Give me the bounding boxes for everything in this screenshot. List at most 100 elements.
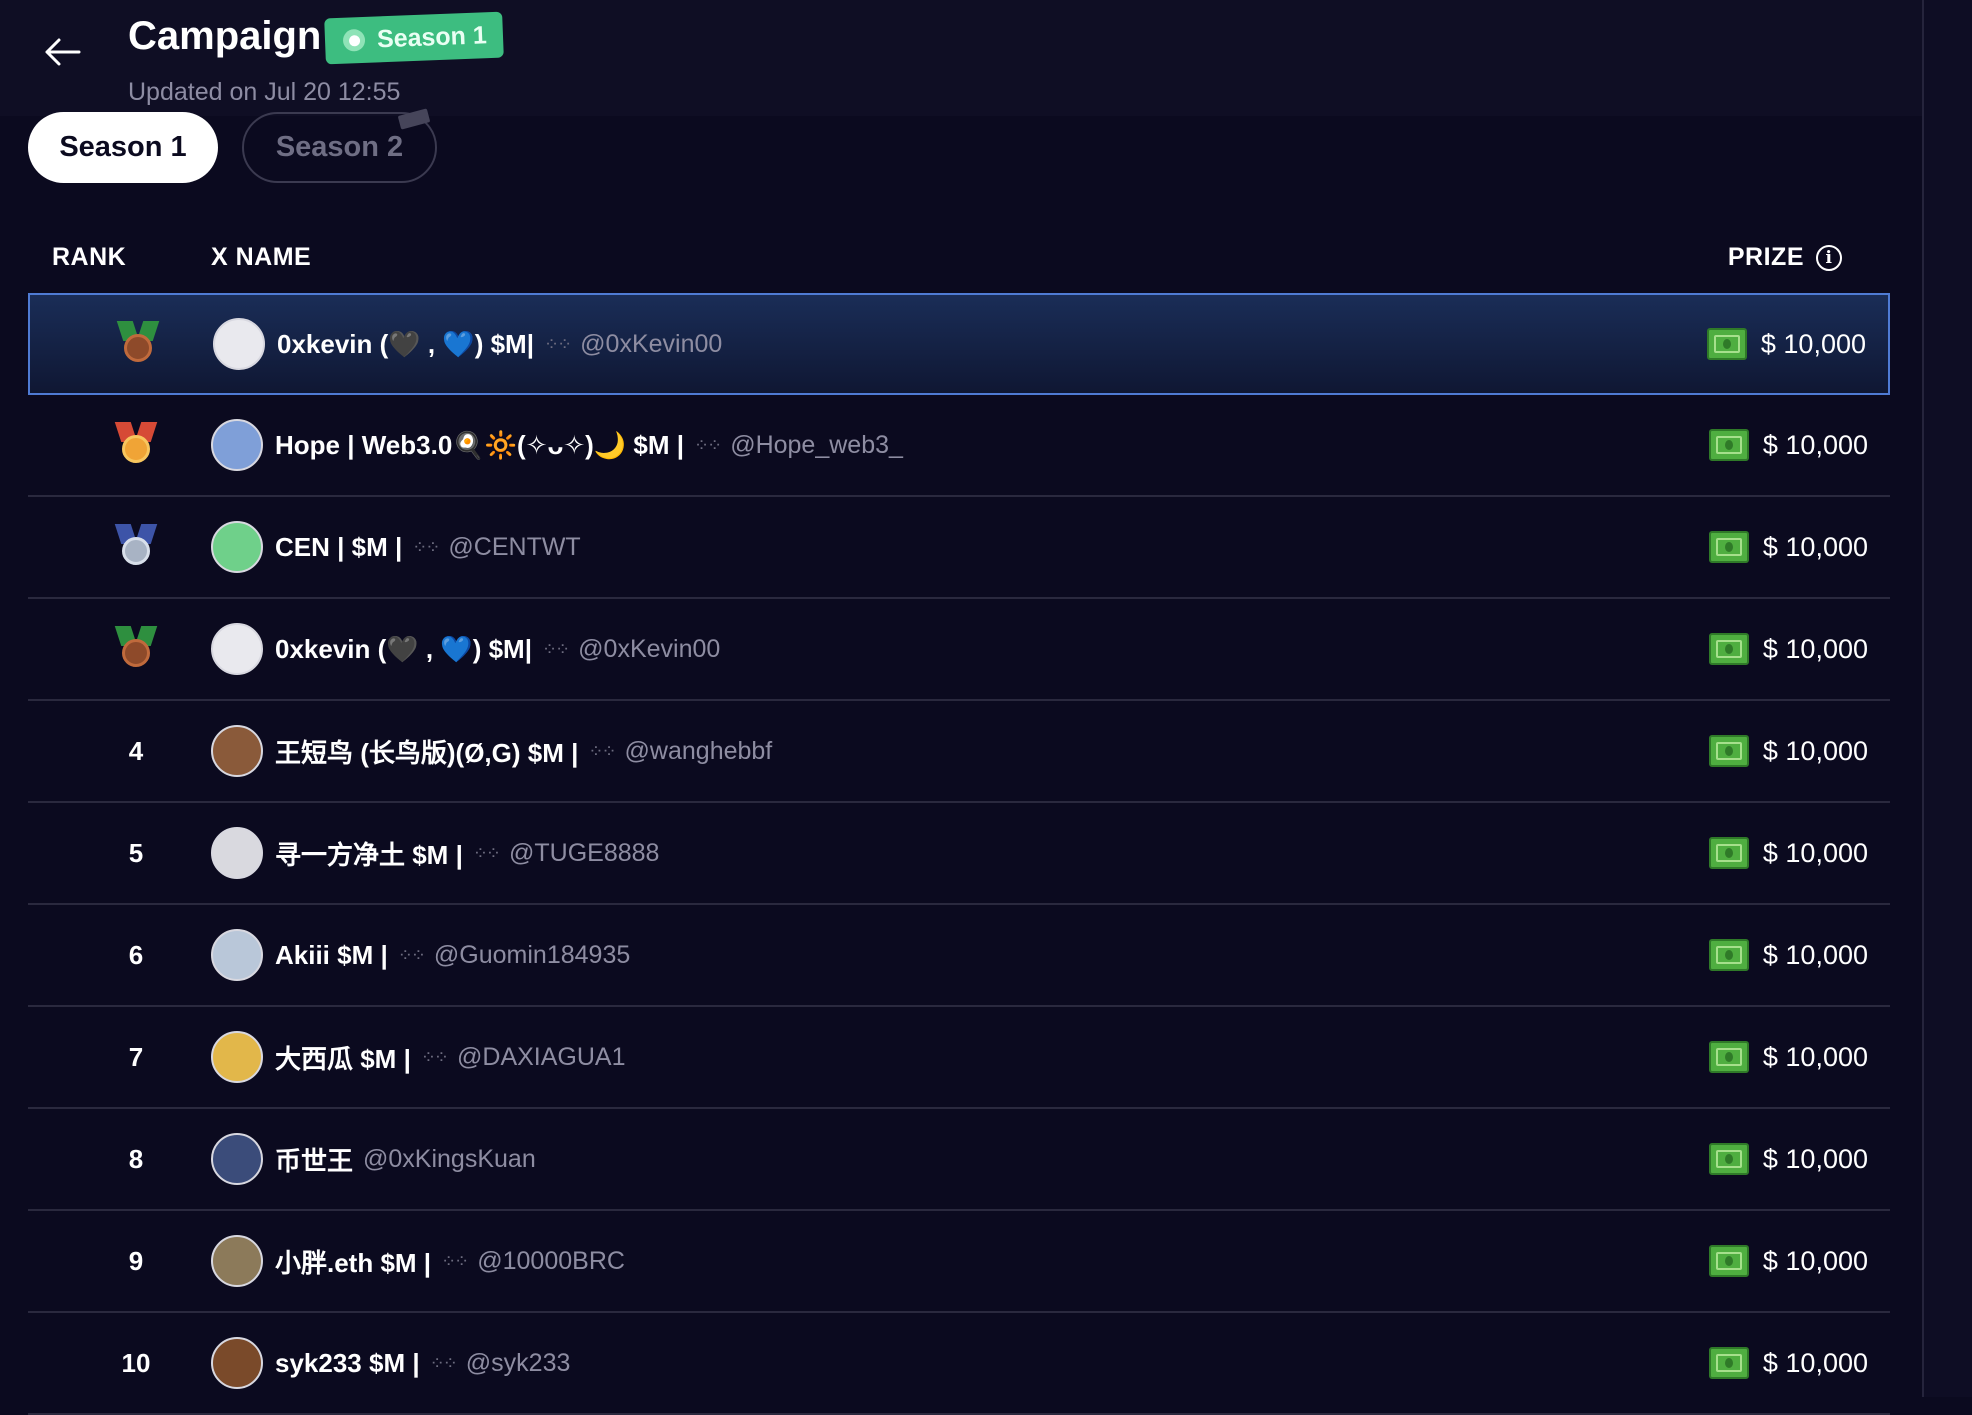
prize-cell: $ 10,000 (1708, 599, 1868, 699)
prize-cell: $ 10,000 (1708, 1109, 1868, 1209)
prize-amount: $ 10,000 (1762, 1143, 1868, 1174)
ants-icon: ⁘⁘ (694, 434, 722, 455)
rank-cell (78, 599, 194, 699)
avatar[interactable] (211, 1337, 263, 1389)
info-icon[interactable]: i (1816, 244, 1842, 271)
season-badge-label: Season 1 (376, 20, 488, 53)
table-row[interactable]: 8 币世王 @0xKingsKuan $ 10,000 (28, 1109, 1890, 1211)
table-row[interactable]: 7 大西瓜 $M | ⁘⁘ @DAXIAGUA1 $ 10,000 (28, 1007, 1890, 1109)
cash-icon (1708, 1041, 1749, 1073)
rank-cell: 5 (128, 837, 144, 868)
avatar[interactable] (211, 419, 263, 471)
bronze-medal-icon (116, 321, 160, 367)
user-handle[interactable]: @0xKevin00 (578, 635, 720, 664)
user-display-name[interactable]: 0xkevin (🖤 , 💙) $M| (277, 329, 534, 360)
user-display-name[interactable]: 王短鸟 (长鸟版)(Ø,G) $M | (275, 733, 578, 770)
name-cell: 0xkevin (🖤 , 💙) $M| ⁘⁘ @0xKevin00 (211, 599, 720, 699)
user-display-name[interactable]: syk233 $M | (275, 1348, 420, 1379)
rank-cell (80, 295, 196, 393)
prize-cell: $ 10,000 (1708, 701, 1868, 801)
ants-icon: ⁘⁘ (397, 944, 426, 965)
user-display-name[interactable]: 小胖.eth $M | (275, 1243, 431, 1280)
updated-timestamp: Updated on Jul 20 12:55 (128, 78, 401, 106)
table-row[interactable]: 0xkevin (🖤 , 💙) $M| ⁘⁘ @0xKevin00 $ 10,000 (28, 293, 1890, 395)
user-display-name[interactable]: 寻一方净土 $M | (275, 835, 463, 872)
column-header-prize-label: PRIZE (1727, 243, 1804, 271)
avatar[interactable] (211, 929, 263, 981)
avatar[interactable] (211, 725, 263, 777)
user-handle[interactable]: @Hope_web3_ (730, 431, 903, 460)
name-cell: 小胖.eth $M | ⁘⁘ @10000BRC (211, 1211, 625, 1311)
prize-cell: $ 10,000 (1708, 1313, 1868, 1413)
prize-amount: $ 10,000 (1762, 1347, 1868, 1378)
prize-cell: $ 10,000 (1708, 1007, 1868, 1107)
user-handle[interactable]: @0xKingsKuan (363, 1145, 536, 1174)
ants-icon: ⁘⁘ (472, 842, 501, 863)
user-display-name[interactable]: 大西瓜 $M | (275, 1039, 411, 1076)
user-handle[interactable]: @wanghebbf (625, 737, 773, 766)
prize-amount: $ 10,000 (1762, 837, 1868, 868)
cash-icon (1708, 1143, 1749, 1175)
avatar[interactable] (211, 521, 263, 573)
table-row[interactable]: Hope | Web3.0🍳🔆(✧ᴗ✧)🌙 $M | ⁘⁘ @Hope_web3_ $… (28, 395, 1890, 497)
ants-icon: ⁘⁘ (412, 536, 440, 557)
name-cell: Akiii $M | ⁘⁘ @Guomin184935 (211, 905, 630, 1005)
ants-icon: ⁘⁘ (441, 1250, 469, 1271)
table-row[interactable]: 6 Akiii $M | ⁘⁘ @Guomin184935 $ 10,000 (28, 905, 1890, 1007)
user-handle[interactable]: @0xKevin00 (580, 330, 722, 359)
avatar[interactable] (211, 827, 263, 879)
name-cell: 币世王 @0xKingsKuan (211, 1109, 536, 1209)
user-display-name[interactable]: CEN | $M | (275, 532, 402, 563)
name-cell: 寻一方净土 $M | ⁘⁘ @TUGE8888 (211, 803, 659, 903)
cash-icon (1708, 1245, 1749, 1277)
avatar[interactable] (213, 318, 265, 370)
avatar[interactable] (211, 1133, 263, 1185)
prize-amount: $ 10,000 (1762, 735, 1868, 766)
avatar[interactable] (211, 1235, 263, 1287)
user-display-name[interactable]: 0xkevin (🖤 , 💙) $M| (275, 634, 532, 665)
user-display-name[interactable]: Akiii $M | (275, 940, 388, 971)
tab-season-1[interactable]: Season 1 (28, 112, 218, 183)
back-button[interactable] (40, 30, 84, 74)
user-handle[interactable]: @DAXIAGUA1 (457, 1043, 625, 1072)
user-handle[interactable]: @Guomin184935 (434, 941, 630, 970)
table-row[interactable]: 0xkevin (🖤 , 💙) $M| ⁘⁘ @0xKevin00 $ 10,000 (28, 599, 1890, 701)
tab-season-2[interactable]: Season 2 (242, 108, 437, 183)
tag-icon (397, 108, 431, 130)
prize-cell: $ 10,000 (1706, 295, 1866, 393)
name-cell: Hope | Web3.0🍳🔆(✧ᴗ✧)🌙 $M | ⁘⁘ @Hope_web3_ (211, 395, 903, 495)
prize-cell: $ 10,000 (1708, 395, 1868, 495)
user-display-name[interactable]: Hope | Web3.0🍳🔆(✧ᴗ✧)🌙 $M | (275, 430, 684, 461)
user-handle[interactable]: @syk233 (466, 1349, 571, 1378)
rank-cell: 6 (128, 939, 144, 970)
page-header: Campaign Season 1 Updated on Jul 20 12:5… (0, 0, 1922, 116)
rank-cell (78, 497, 194, 597)
avatar[interactable] (211, 1031, 263, 1083)
name-cell: CEN | $M | ⁘⁘ @CENTWT (211, 497, 581, 597)
prize-cell: $ 10,000 (1708, 497, 1868, 597)
user-handle[interactable]: @CENTWT (448, 533, 580, 562)
rank-cell: 8 (128, 1143, 144, 1174)
table-row[interactable]: 5 寻一方净土 $M | ⁘⁘ @TUGE8888 $ 10,000 (28, 803, 1890, 905)
column-header-prize: PRIZE i (1728, 243, 1842, 272)
table-row[interactable]: 10 syk233 $M | ⁘⁘ @syk233 $ 10,000 (28, 1313, 1890, 1415)
prize-amount: $ 10,000 (1760, 328, 1866, 359)
table-row[interactable]: 9 小胖.eth $M | ⁘⁘ @10000BRC $ 10,000 (28, 1211, 1890, 1313)
user-display-name[interactable]: 币世王 (275, 1141, 353, 1178)
name-cell: syk233 $M | ⁘⁘ @syk233 (211, 1313, 570, 1413)
season-badge: Season 1 (324, 11, 504, 65)
name-cell: 0xkevin (🖤 , 💙) $M| ⁘⁘ @0xKevin00 (213, 295, 722, 393)
cash-icon (1708, 633, 1749, 665)
avatar[interactable] (211, 623, 263, 675)
prize-amount: $ 10,000 (1762, 429, 1868, 460)
name-cell: 大西瓜 $M | ⁘⁘ @DAXIAGUA1 (211, 1007, 626, 1107)
cash-icon (1708, 1347, 1749, 1379)
user-handle[interactable]: @10000BRC (477, 1247, 625, 1276)
user-handle[interactable]: @TUGE8888 (509, 839, 659, 868)
table-row[interactable]: CEN | $M | ⁘⁘ @CENTWT $ 10,000 (28, 497, 1890, 599)
cash-icon (1708, 837, 1749, 869)
rank-cell: 4 (128, 735, 144, 766)
table-row[interactable]: 4 王短鸟 (长鸟版)(Ø,G) $M | ⁘⁘ @wanghebbf $ 10,000 (28, 701, 1890, 803)
prize-cell: $ 10,000 (1708, 803, 1868, 903)
prize-cell: $ 10,000 (1708, 905, 1868, 1005)
